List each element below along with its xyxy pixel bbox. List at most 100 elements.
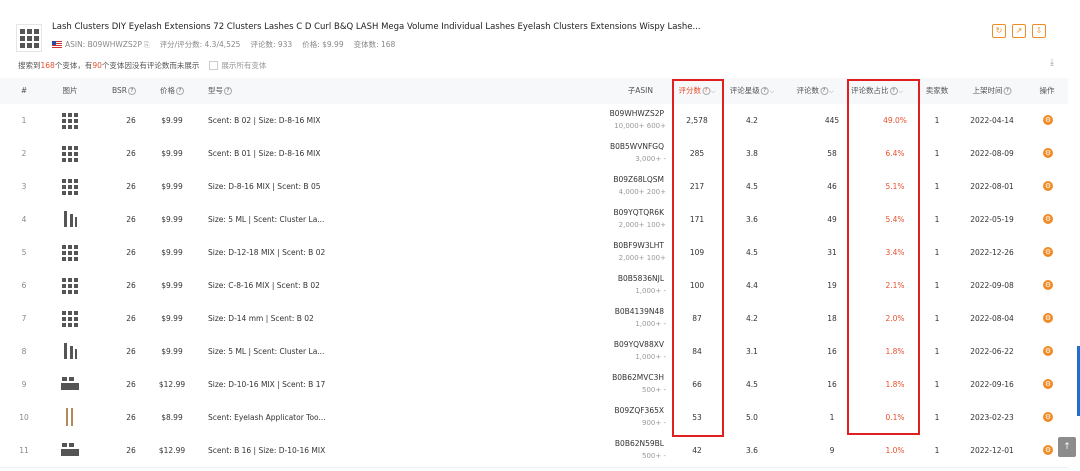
export-icon[interactable]: ⇩ [1032, 24, 1046, 38]
row-asin[interactable]: B0BF9W3LHT [613, 241, 664, 250]
row-stars: 3.6 [746, 215, 758, 224]
row-asin[interactable]: B09YQV88XV [614, 340, 664, 349]
back-to-top-button[interactable]: ↑ [1058, 437, 1076, 457]
table-row[interactable]: 5 26 $9.99 Size: D-12-18 MIX | Scent: B 02 B… [0, 236, 1068, 270]
product-image[interactable] [59, 340, 81, 362]
row-sellers: 1 [934, 413, 940, 422]
table-row[interactable]: 1 26 $9.99 Scent: B 02 | Size: D-8-16 MIX B0… [0, 104, 1068, 138]
row-listed: 2022-08-01 [970, 182, 1014, 191]
row-action-icon[interactable]: ⚙ [1043, 412, 1053, 422]
checkbox-icon[interactable] [209, 61, 219, 70]
row-action-icon[interactable]: ⚙ [1043, 313, 1053, 323]
col-action: 操作 [1039, 86, 1055, 95]
row-action-icon[interactable]: ⚙ [1043, 115, 1053, 125]
row-action-icon[interactable]: ⚙ [1043, 445, 1053, 455]
row-asin[interactable]: B0B5836NJL [618, 274, 664, 283]
product-image[interactable] [59, 406, 81, 428]
help-icon[interactable]: ? [819, 87, 828, 95]
row-bsr: 26 [126, 380, 136, 389]
row-action-icon[interactable]: ⚙ [1043, 214, 1053, 224]
row-stars: 4.2 [746, 314, 758, 323]
row-bsr: 26 [126, 413, 136, 422]
col-bsr[interactable]: BSR? [112, 78, 136, 104]
product-image[interactable] [59, 373, 81, 395]
table-row[interactable]: 3 26 $9.99 Size: D-8-16 MIX | Scent: B 05 B0… [0, 170, 1068, 204]
product-title[interactable]: Lash Clusters DIY Eyelash Extensions 72 … [52, 22, 701, 32]
col-review-ratio[interactable]: 评论数占比? ⌵ [851, 78, 903, 104]
product-image[interactable] [59, 208, 81, 230]
row-asin[interactable]: B0B4139N48 [615, 307, 664, 316]
row-action-icon[interactable]: ⚙ [1043, 346, 1053, 356]
row-action-icon[interactable]: ⚙ [1043, 280, 1053, 290]
product-image[interactable] [59, 175, 81, 197]
table-row[interactable]: 9 26 $12.99 Size: D-10-16 MIX | Scent: B 17… [0, 368, 1068, 402]
table-row[interactable]: 4 26 $9.99 Size: 5 ML | Scent: Cluster La..… [0, 203, 1068, 237]
product-image[interactable] [59, 241, 81, 263]
product-image[interactable] [59, 109, 81, 131]
col-reviews[interactable]: 评论数? ⌵ [796, 78, 834, 104]
product-header: Lash Clusters DIY Eyelash Extensions 72 … [0, 0, 1080, 78]
row-reviews: 49 [827, 215, 837, 224]
product-image[interactable] [59, 142, 81, 164]
row-model: Size: 5 ML | Scent: Cluster La... [208, 215, 325, 224]
product-thumbnail[interactable] [16, 24, 42, 52]
sort-icon[interactable]: ⌵ [770, 88, 775, 95]
row-action-icon[interactable]: ⚙ [1043, 247, 1053, 257]
help-icon[interactable]: ? [224, 87, 232, 95]
row-action-icon[interactable]: ⚙ [1043, 148, 1053, 158]
table-row[interactable]: 2 26 $9.99 Scent: B 01 | Size: D-8-16 MIX B0… [0, 137, 1068, 171]
col-ratings[interactable]: 评分数? ⌵ [678, 78, 716, 104]
refresh-icon[interactable]: ↻ [992, 24, 1006, 38]
row-sellers: 1 [934, 281, 940, 290]
copy-icon[interactable]: ⎘ [144, 41, 150, 49]
row-listed: 2022-09-16 [970, 380, 1014, 389]
row-asin[interactable]: B0B5WVNFGQ [610, 142, 664, 151]
row-asin[interactable]: B09WHWZS2P [610, 109, 664, 118]
download-icon[interactable]: ⤓ [1050, 58, 1054, 68]
table-row[interactable]: 6 26 $9.99 Size: C-8-16 MIX | Scent: B 02 B0… [0, 269, 1068, 303]
row-sales: 4,000+ 200+ [618, 188, 666, 196]
row-action-icon[interactable]: ⚙ [1043, 181, 1053, 191]
help-icon[interactable]: ? [128, 87, 136, 95]
price-info: 价格: $9.99 [302, 40, 344, 49]
row-bsr: 26 [126, 248, 136, 257]
row-asin[interactable]: B0B62MVC3H [612, 373, 664, 382]
row-ratings: 84 [692, 347, 702, 356]
row-asin[interactable]: B09ZQF365X [615, 406, 665, 415]
row-asin[interactable]: B09Z68LQSM [613, 175, 664, 184]
row-listed: 2022-12-26 [970, 248, 1014, 257]
row-model: Size: D-10-16 MIX | Scent: B 17 [208, 380, 326, 389]
sort-icon[interactable]: ⌵ [711, 88, 716, 95]
product-image[interactable] [59, 307, 81, 329]
row-asin[interactable]: B0B62N59BL [615, 439, 664, 448]
table-row[interactable]: 8 26 $9.99 Size: 5 ML | Scent: Cluster La..… [0, 335, 1068, 369]
table-row[interactable]: 11 26 $12.99 Scent: B 16 | Size: D-10-16 MI… [0, 434, 1068, 468]
row-sales: 500+ - [642, 452, 666, 460]
row-asin[interactable]: B09YQTQR6K [613, 208, 664, 217]
help-icon[interactable]: ? [176, 87, 184, 95]
help-icon[interactable]: ? [1003, 87, 1012, 95]
help-icon[interactable]: ? [701, 87, 710, 95]
table-row[interactable]: 10 26 $8.99 Scent: Eyelash Applicator Too..… [0, 401, 1068, 435]
col-stars[interactable]: 评论星级? ⌵ [730, 78, 775, 104]
share-icon[interactable]: ↗ [1012, 24, 1026, 38]
col-model[interactable]: 型号? [208, 78, 232, 104]
row-ratings: 53 [692, 413, 702, 422]
row-action-icon[interactable]: ⚙ [1043, 379, 1053, 389]
row-stars: 3.6 [746, 446, 758, 455]
col-image: 图片 [62, 86, 78, 95]
row-bsr: 26 [126, 116, 136, 125]
row-ratings: 2,578 [686, 116, 708, 125]
product-image[interactable] [59, 274, 81, 296]
table-row[interactable]: 7 26 $9.99 Size: D-14 mm | Scent: B 02 B0B41… [0, 302, 1068, 336]
help-icon[interactable]: ? [889, 87, 898, 95]
row-sales: 2,000+ 100+ [618, 221, 666, 229]
row-listed: 2022-08-04 [970, 314, 1014, 323]
help-icon[interactable]: ? [760, 87, 769, 95]
product-image[interactable] [59, 439, 81, 461]
show-all-variants-checkbox[interactable]: 展示所有变体 [209, 60, 266, 71]
col-listed[interactable]: 上架时间? [973, 78, 1012, 104]
col-price[interactable]: 价格? [160, 78, 184, 104]
sort-icon[interactable]: ⌵ [829, 88, 834, 95]
sort-icon[interactable]: ⌵ [898, 88, 903, 95]
